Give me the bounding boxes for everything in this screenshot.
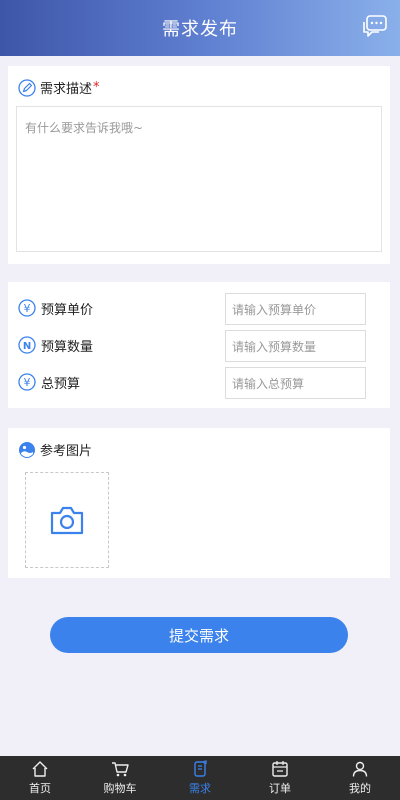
- description-label: 需求描述: [40, 82, 93, 97]
- description-title: 需求描述 *: [18, 78, 100, 97]
- budget-row-total: ¥ 总预算 请输入总预算: [18, 367, 382, 399]
- total-budget-input[interactable]: 请输入总预算: [225, 367, 366, 399]
- yen-circle-icon: ¥: [18, 299, 36, 317]
- pencil-icon: [18, 78, 36, 97]
- submit-demand-button[interactable]: 提交需求: [50, 617, 348, 653]
- budget-card: ¥ 预算单价 请输入预算单价 N 预算数量 请输入预算数量 ¥ 总预算 请输入总…: [8, 282, 390, 408]
- budget-row-unit-price: ¥ 预算单价 请输入预算单价: [18, 293, 382, 325]
- photo-title: 参考图片: [18, 440, 92, 459]
- quantity-input[interactable]: 请输入预算数量: [225, 330, 366, 362]
- photo-card: 参考图片: [8, 428, 390, 578]
- svg-text:¥: ¥: [24, 302, 31, 315]
- chat-bubble-icon: [363, 15, 387, 37]
- description-card: 需求描述 * 有什么要求告诉我哦~: [8, 66, 390, 264]
- user-icon: [352, 761, 368, 777]
- n-circle-icon: N: [18, 336, 36, 354]
- add-photo-button[interactable]: [25, 472, 109, 568]
- total-budget-label: ¥ 总预算: [18, 373, 80, 392]
- description-textarea[interactable]: 有什么要求告诉我哦~: [16, 106, 382, 252]
- required-mark: *: [93, 80, 100, 95]
- image-icon: [18, 441, 36, 459]
- photo-label: 参考图片: [40, 444, 93, 459]
- budget-row-quantity: N 预算数量 请输入预算数量: [18, 330, 382, 362]
- order-icon: [272, 761, 288, 777]
- home-icon: [32, 761, 48, 777]
- unit-price-label: ¥ 预算单价: [18, 299, 93, 318]
- svg-text:N: N: [23, 341, 31, 352]
- tab-profile[interactable]: 我的: [330, 760, 390, 796]
- yen-circle-icon: ¥: [18, 373, 36, 391]
- tab-cart[interactable]: 购物车: [90, 760, 150, 796]
- camera-icon: [50, 506, 84, 535]
- bottom-tab-bar: 首页 购物车 需求 订单 我的: [0, 756, 400, 800]
- tab-demand[interactable]: 需求: [170, 760, 230, 796]
- tab-orders[interactable]: 订单: [250, 760, 310, 796]
- cart-icon: [112, 762, 129, 777]
- page-title: 需求发布: [162, 19, 238, 40]
- svg-text:¥: ¥: [24, 376, 31, 389]
- unit-price-input[interactable]: 请输入预算单价: [225, 293, 366, 325]
- message-button[interactable]: [360, 12, 390, 42]
- demand-icon: [194, 760, 207, 777]
- quantity-label: N 预算数量: [18, 336, 93, 355]
- tab-home[interactable]: 首页: [10, 760, 70, 796]
- header-bar: 需求发布: [0, 0, 400, 56]
- description-placeholder: 有什么要求告诉我哦~: [25, 121, 144, 135]
